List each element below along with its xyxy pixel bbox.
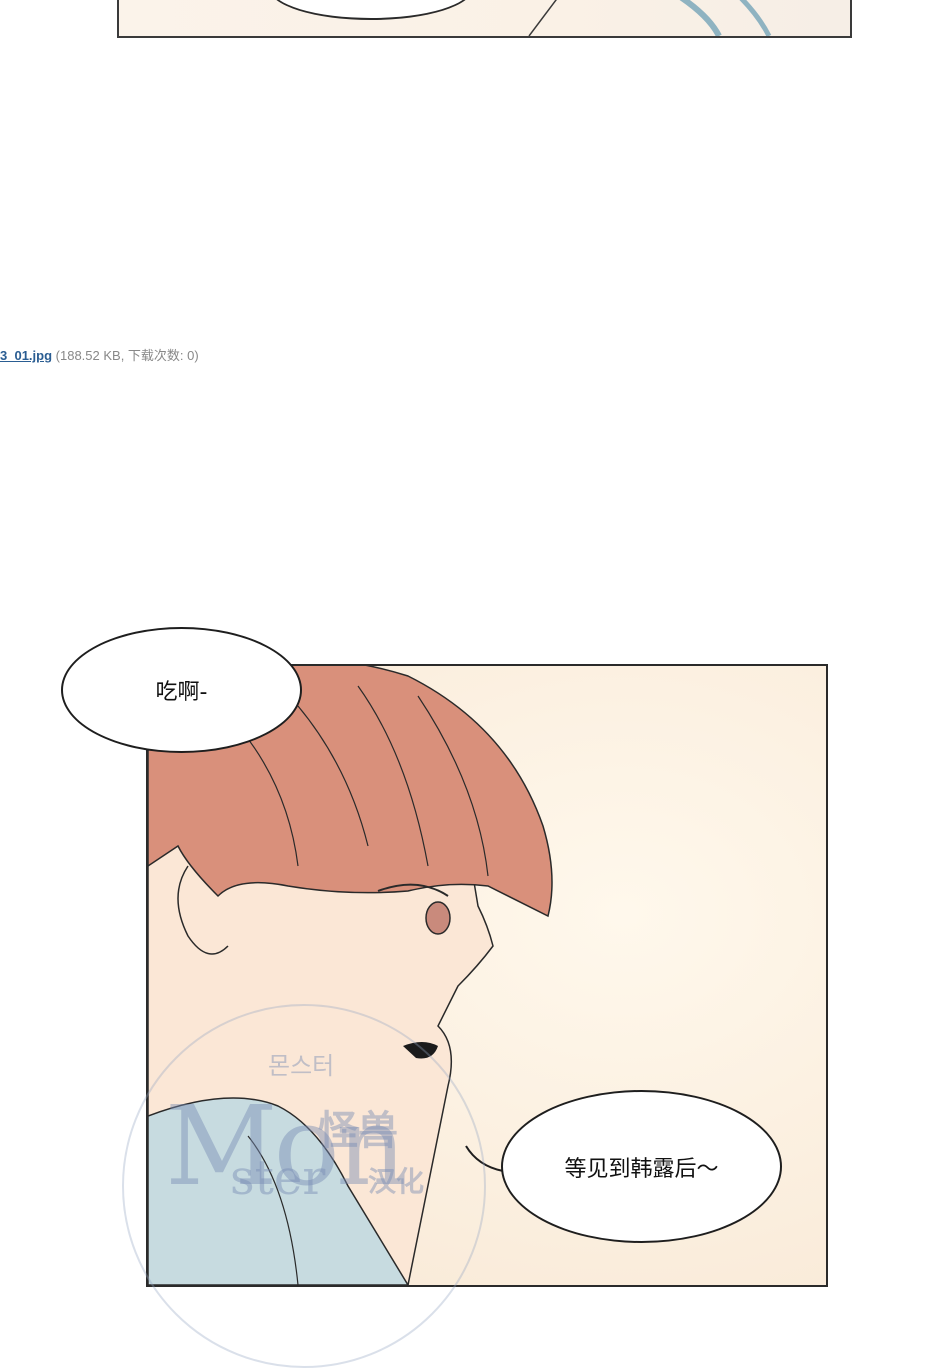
watermark-chinese-2: 汉化	[368, 1165, 425, 1198]
top-panel-art	[528, 0, 772, 36]
attachment-meta: (188.52 KB, 下载次数: 0)	[55, 348, 199, 363]
speech-text-1: 吃啊-	[155, 680, 208, 705]
speech-bubble-2: 等见到韩露后～	[501, 1090, 782, 1243]
watermark-ster: ster	[230, 1150, 326, 1206]
watermark-korean: 몬스터	[268, 1052, 335, 1080]
attachment-line: 3_01.jpg (188.52 KB, 下载次数: 0)	[0, 345, 199, 364]
attachment-link[interactable]: 3_01.jpg	[0, 348, 52, 363]
top-comic-panel	[117, 0, 852, 38]
speech-text-2: 等见到韩露后～	[564, 1156, 719, 1182]
watermark-chinese-1: 怪兽	[318, 1108, 398, 1154]
speech-bubble-1: 吃啊-	[61, 627, 302, 753]
